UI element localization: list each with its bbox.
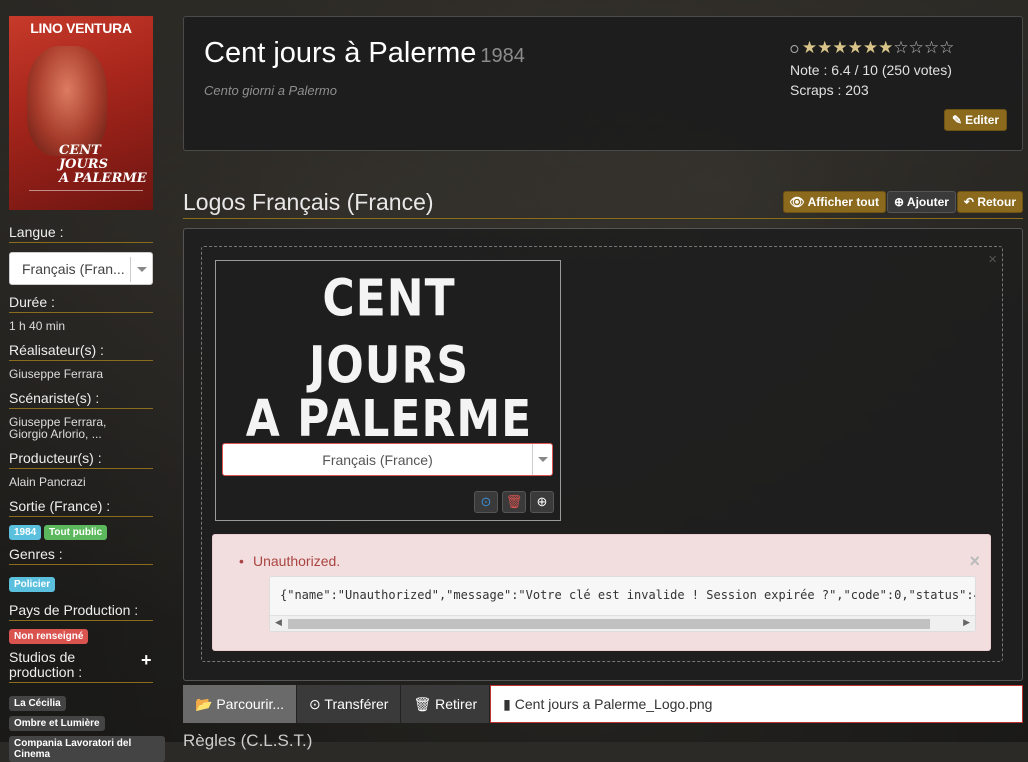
star-filled-icon[interactable]: ★: [863, 38, 878, 57]
plus-circle-icon: ⊕: [893, 195, 905, 209]
close-icon[interactable]: ×: [988, 251, 997, 268]
error-alert: Unauthorized. × {"name":"Unauthorized","…: [212, 534, 991, 651]
star-empty-icon[interactable]: ☆: [939, 38, 954, 57]
poster-face: [27, 46, 107, 156]
close-icon[interactable]: ×: [969, 551, 980, 572]
duree-label: Durée :: [9, 294, 153, 313]
star-filled-icon[interactable]: ★: [802, 38, 817, 57]
scrollbar-thumb[interactable]: [288, 619, 930, 629]
section-actions: 👁 Afficher tout ⊕ Ajouter ↶ Retour: [782, 191, 1023, 213]
trash-icon: 🗑: [413, 696, 432, 712]
zoom-icon[interactable]: ⊕: [530, 491, 554, 513]
scraps-count: Scraps : 203: [790, 82, 869, 98]
add-studio-button[interactable]: +: [141, 650, 152, 671]
logo-card: CENT JOURS A PALERME Français (France) ⊙…: [215, 260, 561, 521]
error-json: {"name":"Unauthorized","message":"Votre …: [280, 588, 976, 602]
star-empty-icon[interactable]: ☆: [924, 38, 939, 57]
country-badge: Non renseigné: [9, 629, 89, 644]
logo-language-value: Français (France): [322, 452, 433, 468]
scroll-right-icon[interactable]: ▶: [963, 617, 970, 628]
rating-note: Note : 6.4 / 10 (250 votes): [790, 62, 952, 78]
language-select[interactable]: Français (Fran...: [9, 252, 153, 285]
movie-title: Cent jours à Palerme 1984: [204, 37, 525, 69]
realisateur-value[interactable]: Giuseppe Ferrara: [9, 368, 159, 380]
pays-label: Pays de Production :: [9, 602, 153, 621]
file-name-field[interactable]: ▮ Cent jours a Palerme_Logo.png: [490, 685, 1023, 723]
language-select-value: Français (Fran...: [22, 261, 125, 277]
logo-panel: × CENT JOURS A PALERME Français (France)…: [183, 228, 1023, 681]
rating-badge: Tout public: [44, 525, 108, 540]
studios-label: Studios de production :: [9, 650, 153, 683]
next-section-title: Règles (C.L.S.T.): [183, 731, 313, 750]
poster-title: CENT JOURS A PALERME: [59, 143, 147, 186]
genre-badge[interactable]: Policier: [9, 577, 56, 592]
producteur-value[interactable]: Alain Pancrazi: [9, 476, 159, 488]
chevron-down-icon: [130, 257, 152, 282]
chevron-down-icon: [532, 444, 552, 475]
movie-year: 1984: [480, 45, 525, 67]
star-filled-icon[interactable]: ★: [832, 38, 847, 57]
upload-icon[interactable]: ⊙: [474, 491, 498, 513]
producteur-label: Producteur(s) :: [9, 450, 153, 469]
logo-language-select[interactable]: Français (France): [222, 443, 553, 476]
browse-button[interactable]: 📂 Parcourir...: [183, 685, 298, 723]
upload-bar: 📂 Parcourir... ⊙ Transférer 🗑 Retirer ▮ …: [183, 685, 1023, 723]
error-message: Unauthorized.: [239, 553, 340, 569]
studio-badge[interactable]: Ombre et Lumière: [9, 716, 105, 731]
folder-icon: 📂: [195, 696, 213, 712]
star-filled-icon[interactable]: ★: [848, 38, 863, 57]
star-filled-icon[interactable]: ★: [817, 38, 832, 57]
star-empty-icon[interactable]: ☆: [909, 38, 924, 57]
trash-icon[interactable]: 🗑: [502, 491, 526, 513]
langue-label: Langue :: [9, 224, 153, 243]
genres-label: Genres :: [9, 546, 153, 565]
file-icon: ▮: [503, 696, 511, 712]
error-code-box: {"name":"Unauthorized","message":"Votre …: [269, 576, 976, 632]
back-button[interactable]: ↶ Retour: [956, 191, 1023, 213]
add-button[interactable]: ⊕ Ajouter: [886, 191, 956, 213]
release-year-badge: 1984: [9, 525, 42, 540]
studio-badge[interactable]: La Cécilia: [9, 696, 66, 711]
movie-poster[interactable]: LINO VENTURA CENT JOURS A PALERME: [9, 16, 153, 210]
reset-rating-icon[interactable]: ⭘: [790, 44, 799, 56]
edit-icon: ✎: [952, 113, 963, 127]
sidebar: LINO VENTURA CENT JOURS A PALERME Langue…: [0, 0, 165, 762]
studio-badge[interactable]: Compania Lavoratori del Cinema: [9, 736, 165, 762]
poster-actor: LINO VENTURA: [30, 20, 132, 36]
scenaristes-value[interactable]: Giuseppe Ferrara, Giorgio Arlorio, ...: [9, 416, 159, 440]
horizontal-scrollbar[interactable]: ◀ ▶: [270, 615, 975, 631]
duree-value: 1 h 40 min: [9, 319, 66, 333]
upload-circle-icon: ⊙: [309, 696, 321, 712]
eye-icon: 👁: [789, 195, 805, 209]
sortie-label: Sortie (France) :: [9, 498, 153, 517]
star-rating[interactable]: ⭘ ★★★★★★☆☆☆☆: [790, 38, 954, 58]
star-filled-icon[interactable]: ★: [878, 38, 893, 57]
edit-button[interactable]: ✎ Editer: [944, 109, 1008, 131]
transfer-button[interactable]: ⊙ Transférer: [297, 685, 402, 723]
movie-header: Cent jours à Palerme 1984 Cento giorni a …: [183, 16, 1023, 151]
star-empty-icon[interactable]: ☆: [893, 38, 908, 57]
show-all-button[interactable]: 👁 Afficher tout: [782, 191, 886, 213]
back-arrow-icon: ↶: [963, 195, 974, 209]
poster-credits: [29, 190, 143, 204]
remove-button[interactable]: 🗑 Retirer: [401, 685, 491, 723]
realisateur-label: Réalisateur(s) :: [9, 342, 153, 361]
original-title: Cento giorni a Palermo: [204, 83, 337, 98]
scroll-left-icon[interactable]: ◀: [275, 617, 282, 628]
scenaristes-label: Scénariste(s) :: [9, 390, 153, 409]
logo-image[interactable]: CENT JOURS A PALERME: [236, 270, 542, 449]
